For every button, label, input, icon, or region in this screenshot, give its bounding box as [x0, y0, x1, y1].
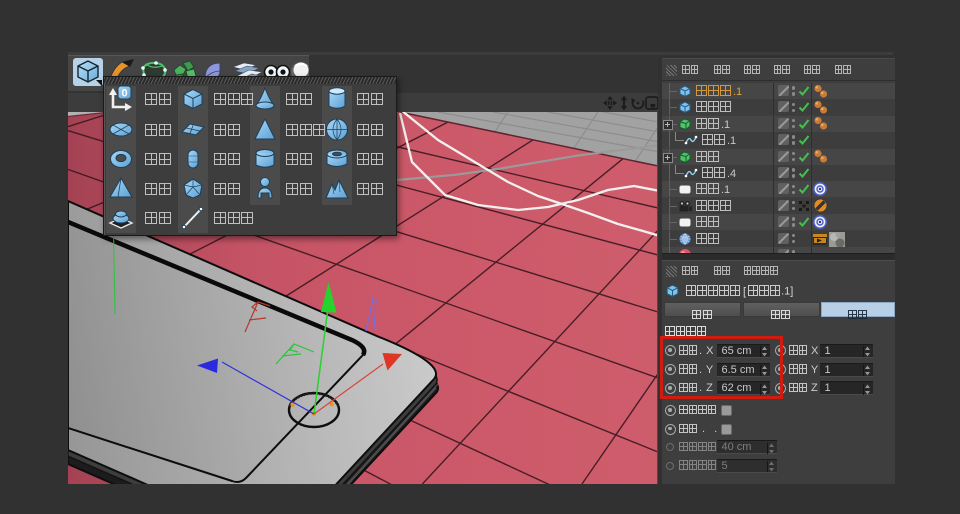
svg-text:0: 0	[121, 88, 127, 100]
